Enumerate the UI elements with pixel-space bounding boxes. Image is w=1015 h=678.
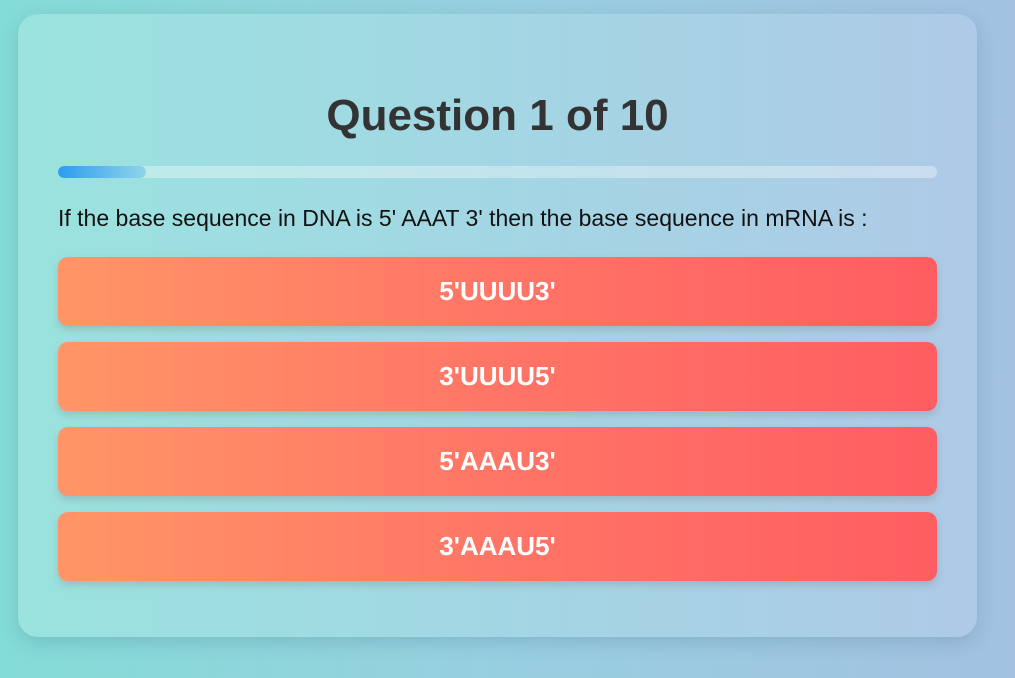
answer-option-1[interactable]: 5'UUUU3': [58, 257, 937, 326]
answer-option-2[interactable]: 3'UUUU5': [58, 342, 937, 411]
question-text: If the base sequence in DNA is 5' AAAT 3…: [58, 205, 868, 231]
answer-option-4[interactable]: 3'AAAU5': [58, 512, 937, 581]
quiz-card: Question 1 of 10 If the base sequence in…: [18, 14, 977, 637]
question-counter-title: Question 1 of 10: [326, 91, 669, 140]
answer-option-3[interactable]: 5'AAAU3': [58, 427, 937, 496]
progress-bar: [58, 166, 937, 178]
answer-options: 5'UUUU3' 3'UUUU5' 5'AAAU3' 3'AAAU5': [58, 257, 937, 597]
progress-bar-fill: [58, 166, 146, 178]
